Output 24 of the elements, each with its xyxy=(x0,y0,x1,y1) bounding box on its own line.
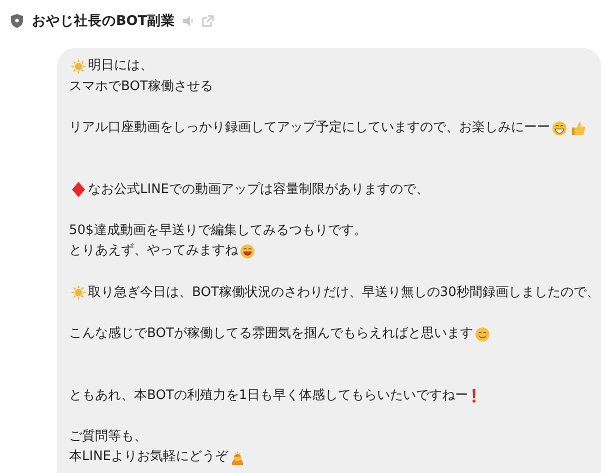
message-text: 取り急ぎ今日は、BOT稼働状況のさわりだけ、早送り無しの30秒間録画しましたので、 xyxy=(88,284,600,302)
grinning-face-icon xyxy=(552,120,567,136)
message-text: こんな感じでBOTが稼働してる雰囲気を掴んでもらえればと思います xyxy=(69,324,473,343)
thumbs-up-icon xyxy=(571,120,586,136)
message-text: なお公式LINEでの動画アップは容量制限がありますので、 xyxy=(88,180,430,199)
bowing-person-icon xyxy=(230,450,246,466)
shield-icon xyxy=(10,14,24,28)
diamond-icon xyxy=(71,182,86,198)
laughing-face-icon xyxy=(240,244,255,260)
exclamation-icon xyxy=(472,388,476,404)
message-text: 50$達成動画を早送りで編集してみるつもりです。 xyxy=(69,222,367,240)
message-text: スマホでBOT稼働させる xyxy=(69,78,213,96)
message-text: ご質問等も、 xyxy=(69,428,147,446)
message-text: とりあえず、やってみますね xyxy=(69,242,238,260)
message-text: ともあれ、本BOTの利殖力を1日も早く体感してもらいたいですねー xyxy=(69,386,468,404)
sun-icon xyxy=(71,58,86,74)
message-text: 本LINEよりお気軽にどうぞ xyxy=(69,448,228,466)
sun-icon xyxy=(71,285,86,300)
speaker-icon[interactable] xyxy=(180,14,195,28)
smiling-face-icon xyxy=(474,326,490,342)
message-text: リアル口座動画をしっかり録画してアップ予定にしていますので、お楽しみにーー xyxy=(69,118,550,137)
chat-title: おやじ社長のBOT副業 xyxy=(32,12,175,30)
external-link-icon[interactable] xyxy=(200,14,215,28)
message-text: 明日には、 xyxy=(88,57,153,75)
